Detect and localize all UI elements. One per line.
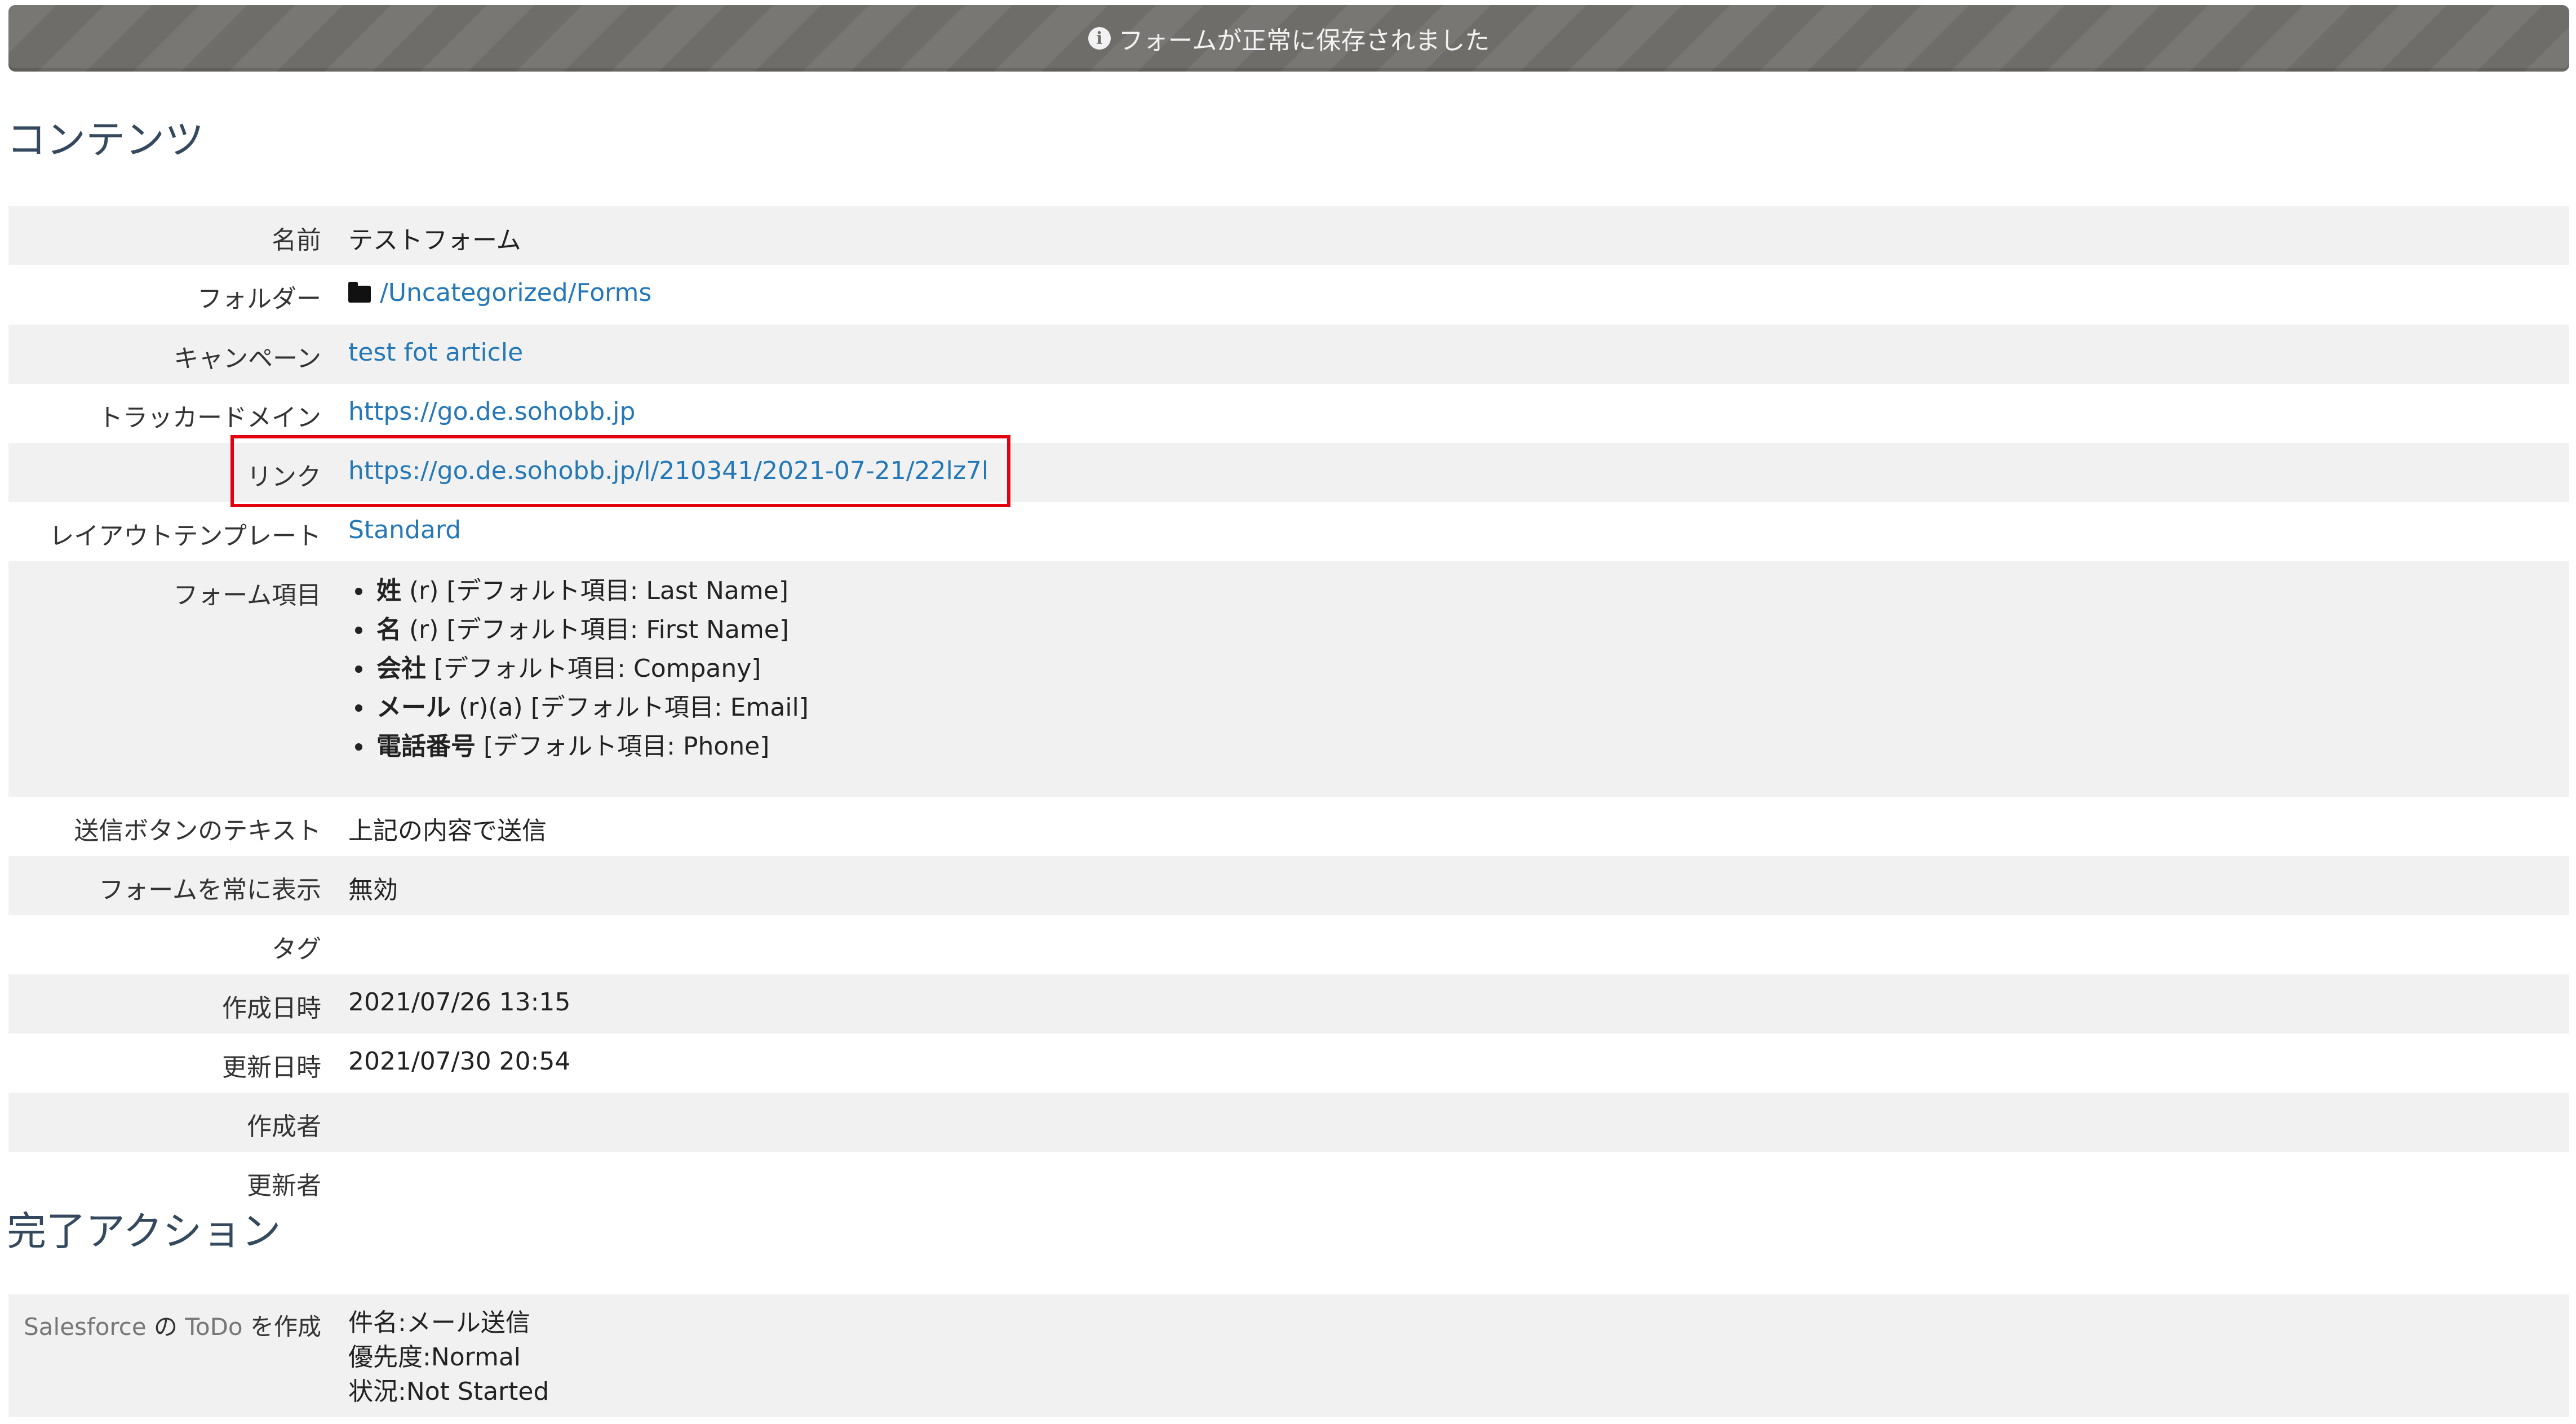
label-suffix: を作成 xyxy=(242,1313,321,1341)
row-label: 作成者 xyxy=(247,1112,321,1141)
always-show-value: 無効 xyxy=(348,876,398,904)
list-item: 名 (r) [デフォルト項目: First Name] xyxy=(355,610,2569,649)
row-layout-template: レイアウトテンプレート Standard xyxy=(8,502,2569,561)
todo-label: ToDo xyxy=(185,1313,243,1341)
folder-icon xyxy=(348,282,371,303)
row-updated-at: 更新日時 2021/07/30 20:54 xyxy=(8,1033,2569,1093)
updated-at-value: 2021/07/30 20:54 xyxy=(348,1047,571,1076)
folder-link[interactable]: /Uncategorized/Forms xyxy=(380,278,651,307)
row-updated-by: 更新者 xyxy=(8,1152,2569,1200)
row-label: 更新者 xyxy=(247,1172,321,1200)
row-label: 名前 xyxy=(272,226,321,255)
campaign-value: test fot article xyxy=(321,325,2569,367)
updated-by-value xyxy=(321,1152,2569,1165)
success-banner: i フォームが正常に保存されました xyxy=(8,5,2569,72)
created-by-value xyxy=(321,1093,2569,1106)
form-fields-list: 姓 (r) [デフォルト項目: Last Name] 名 (r) [デフォルト項… xyxy=(348,571,2569,766)
row-label: トラッカードメイン xyxy=(98,403,321,432)
row-completion-action: Salesforce の ToDo を作成 件名:メール送信 優先度:Norma… xyxy=(8,1294,2569,1417)
field-detail: [デフォルト項目: Company] xyxy=(434,654,761,683)
row-label: 更新日時 xyxy=(222,1053,321,1082)
row-created-at: 作成日時 2021/07/26 13:15 xyxy=(8,974,2569,1033)
action-priority: 優先度:Normal xyxy=(348,1343,521,1372)
field-name: 名 xyxy=(376,615,401,644)
row-tags: タグ xyxy=(8,915,2569,974)
list-item: メール (r)(a) [デフォルト項目: Email] xyxy=(355,688,2569,727)
action-status: 状況:Not Started xyxy=(348,1377,549,1406)
field-detail: (r) [デフォルト項目: Last Name] xyxy=(409,576,788,605)
list-item: 姓 (r) [デフォルト項目: Last Name] xyxy=(355,571,2569,610)
row-submit-text: 送信ボタンのテキスト 上記の内容で送信 xyxy=(8,797,2569,856)
action-details: 件名:メール送信 優先度:Normal 状況:Not Started xyxy=(321,1294,2569,1409)
banner-message: フォームが正常に保存されました xyxy=(1118,26,1490,55)
row-created-by: 作成者 xyxy=(8,1093,2569,1152)
row-label: 送信ボタンのテキスト xyxy=(74,817,321,845)
row-label: フォルダー xyxy=(197,285,321,313)
row-name: 名前 テストフォーム xyxy=(8,206,2569,265)
field-name: メール xyxy=(376,693,451,722)
link-highlight-box xyxy=(230,435,1010,507)
row-form-fields: フォーム項目 姓 (r) [デフォルト項目: Last Name] 名 (r) … xyxy=(8,561,2569,797)
field-detail: (r) [デフォルト項目: First Name] xyxy=(409,615,789,644)
form-fields-value: 姓 (r) [デフォルト項目: Last Name] 名 (r) [デフォルト項… xyxy=(321,561,2569,766)
field-name: 姓 xyxy=(376,576,401,605)
field-detail: (r)(a) [デフォルト項目: Email] xyxy=(459,693,809,722)
field-detail: [デフォルト項目: Phone] xyxy=(484,732,770,761)
label-connector: の xyxy=(146,1313,185,1341)
created-at-value: 2021/07/26 13:15 xyxy=(348,988,571,1017)
layout-template-value: Standard xyxy=(321,502,2569,544)
row-label: キャンペーン xyxy=(174,344,321,373)
campaign-link[interactable]: test fot article xyxy=(348,338,523,367)
completion-actions-title: 完了アクション xyxy=(7,1208,281,1254)
row-campaign: キャンペーン test fot article xyxy=(8,325,2569,384)
row-label: フォーム項目 xyxy=(173,581,321,610)
submit-text-value: 上記の内容で送信 xyxy=(348,817,547,845)
tracker-domain-link[interactable]: https://go.de.sohobb.jp xyxy=(348,397,635,426)
row-tracker-domain: トラッカードメイン https://go.de.sohobb.jp xyxy=(8,384,2569,443)
info-circle-icon: i xyxy=(1088,27,1111,50)
action-subject: 件名:メール送信 xyxy=(348,1308,530,1337)
folder-value: /Uncategorized/Forms xyxy=(321,265,2569,307)
contents-title: コンテンツ xyxy=(7,117,204,163)
list-item: 電話番号 [デフォルト項目: Phone] xyxy=(355,727,2569,766)
row-label: タグ xyxy=(272,935,321,964)
layout-template-link[interactable]: Standard xyxy=(348,516,461,544)
field-name: 会社 xyxy=(376,654,426,683)
list-item: 会社 [デフォルト項目: Company] xyxy=(355,649,2569,688)
completion-actions-table: Salesforce の ToDo を作成 件名:メール送信 優先度:Norma… xyxy=(8,1294,2569,1417)
row-label: フォームを常に表示 xyxy=(99,876,321,904)
row-label: 作成日時 xyxy=(222,994,321,1023)
field-name: 電話番号 xyxy=(376,732,476,761)
row-folder: フォルダー /Uncategorized/Forms xyxy=(8,265,2569,325)
row-always-show: フォームを常に表示 無効 xyxy=(8,856,2569,915)
salesforce-label: Salesforce xyxy=(24,1313,147,1341)
contents-table: 名前 テストフォーム フォルダー /Uncategorized/Forms キャ… xyxy=(8,206,2569,1200)
action-type-label: Salesforce の ToDo を作成 xyxy=(8,1294,321,1342)
page: i フォームが正常に保存されました コンテンツ 名前 テストフォーム フォルダー… xyxy=(0,0,2576,1424)
tracker-domain-value: https://go.de.sohobb.jp xyxy=(321,384,2569,426)
tags-value xyxy=(321,915,2569,929)
form-name-value: テストフォーム xyxy=(348,226,521,255)
row-label: レイアウトテンプレート xyxy=(49,522,321,551)
